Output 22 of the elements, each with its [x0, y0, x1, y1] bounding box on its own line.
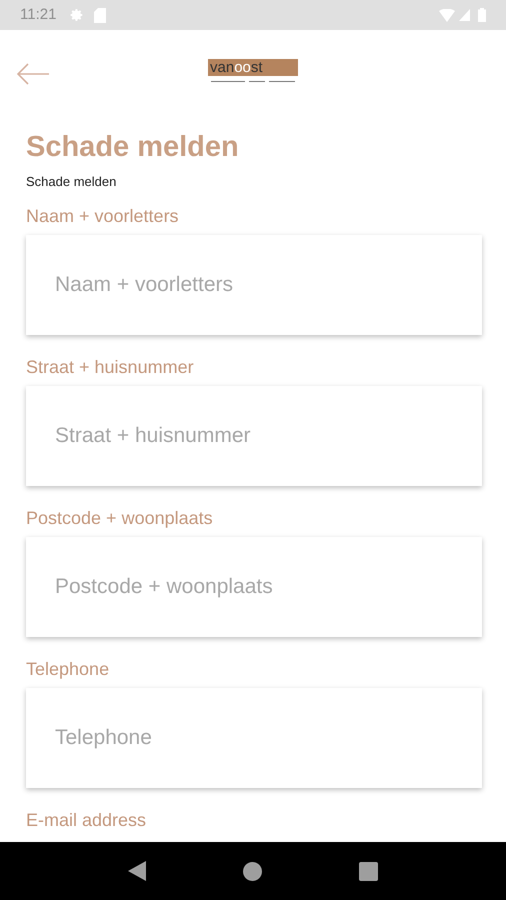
- status-time: 11:21: [20, 4, 56, 25]
- logo-wordmark: vanoost: [210, 60, 263, 75]
- field-label: E-mail address: [26, 810, 148, 830]
- field-label: Naam + voorletters: [26, 206, 180, 226]
- page-title: Schade melden: [26, 130, 240, 164]
- input-field[interactable]: Telephone: [26, 688, 482, 788]
- input-field[interactable]: Naam + voorletters: [26, 234, 482, 334]
- sd-card-icon: [94, 8, 106, 22]
- page-subtitle: Schade melden: [26, 173, 118, 191]
- recents-icon[interactable]: [358, 862, 378, 880]
- input-field[interactable]: Postcode + woonplaats: [26, 536, 482, 636]
- signal-icon: [459, 9, 470, 21]
- field-label: Postcode + woonplaats: [26, 508, 214, 528]
- battery-icon: [478, 8, 486, 22]
- back-arrow-icon: [16, 63, 50, 85]
- field-label: Straat + huisnummer: [26, 356, 195, 376]
- wifi-icon: [439, 8, 455, 22]
- back-icon[interactable]: [128, 861, 146, 881]
- input-field[interactable]: Straat + huisnummer: [26, 386, 482, 486]
- gear-icon: [70, 8, 84, 22]
- field-label: Telephone: [26, 658, 110, 678]
- home-icon[interactable]: [242, 862, 262, 880]
